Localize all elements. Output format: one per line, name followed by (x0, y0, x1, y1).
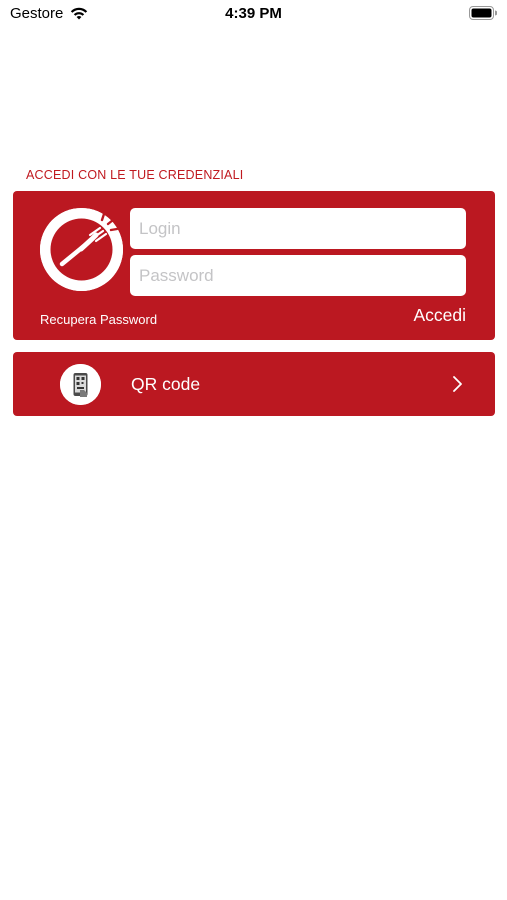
fork-plate-logo-icon (40, 208, 123, 291)
qr-phone-icon (60, 364, 101, 405)
login-button[interactable]: Accedi (413, 305, 466, 326)
status-time: 4:39 PM (225, 5, 282, 22)
password-input[interactable] (130, 255, 466, 296)
qr-code-button[interactable]: QR code (13, 352, 495, 416)
status-bar: Gestore 4:39 PM (0, 0, 507, 28)
recover-password-link[interactable]: Recupera Password (40, 312, 157, 327)
qr-code-label: QR code (131, 374, 201, 394)
screen: Gestore 4:39 PM ACCEDI CON LE TUE CREDEN… (0, 0, 507, 900)
login-input[interactable] (130, 208, 466, 249)
logo (40, 208, 123, 291)
login-card: Recupera Password Accedi (13, 191, 495, 340)
login-section-title: ACCEDI CON LE TUE CREDENZIALI (26, 168, 244, 182)
qr-icon-container (60, 364, 101, 405)
battery-icon (469, 6, 497, 20)
chevron-right-icon (453, 376, 462, 392)
